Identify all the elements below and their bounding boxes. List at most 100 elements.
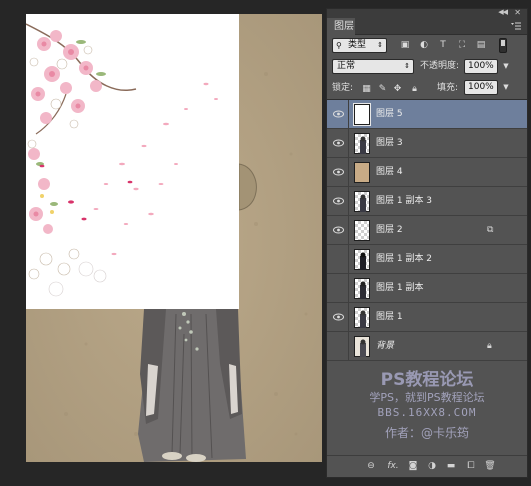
eye-icon: [333, 110, 344, 118]
fx-icon[interactable]: fx.: [387, 460, 399, 472]
chevron-down-icon[interactable]: ▼: [500, 82, 512, 93]
lock-row: 锁定: ▦ ✎ ✥ 🔒︎ 填充: 100% ▼: [327, 79, 527, 99]
watermark-author: 作者：@卡乐筠: [384, 426, 469, 440]
layer-thumbnail: [353, 103, 371, 126]
filter-toggle[interactable]: [499, 38, 507, 53]
panel-menu-icon[interactable]: [511, 22, 521, 30]
eye-icon: [333, 197, 344, 205]
smart-object-icon: ⧉: [487, 225, 494, 235]
layer-thumbnail: [354, 249, 370, 270]
layer-thumbnail: [354, 191, 370, 212]
panel-title-strip: ◀◀ ✕: [327, 8, 527, 18]
layer-filter-row: ⚲ 类型 ⇕ ▣ ◐ T ⛶ ▤: [327, 37, 527, 57]
layer-name: 图层 1 副本 2: [376, 254, 433, 264]
visibility-toggle[interactable]: [327, 129, 349, 157]
layer-row[interactable]: 图层 3: [327, 129, 527, 158]
layers-list: 图层 5 图层 3 图层 4 图层 1 副本 3 图层 2 ⧉ 图层 1 副本 …: [327, 99, 527, 361]
layer-name: 图层 2: [376, 225, 403, 235]
layer-row[interactable]: 图层 5: [327, 100, 527, 129]
layer-name: 图层 5: [376, 109, 403, 119]
lock-paint-icon[interactable]: ✎: [377, 84, 388, 95]
layer-row[interactable]: 图层 1 副本: [327, 274, 527, 303]
lock-move-icon[interactable]: ✥: [392, 84, 403, 95]
layer-thumbnail: [354, 220, 370, 241]
layer-name: 图层 1 副本 3: [376, 196, 433, 206]
lock-transparent-icon[interactable]: ▦: [361, 84, 372, 95]
layer-thumbnail: [354, 307, 370, 328]
filter-kind-select[interactable]: ⚲ 类型 ⇕: [332, 38, 387, 53]
panel-tab-bar: 图层: [327, 18, 527, 35]
eye-icon: [333, 313, 344, 321]
opacity-value: 100%: [468, 61, 494, 71]
visibility-toggle[interactable]: [327, 303, 349, 331]
layer-thumbnail: [354, 278, 370, 299]
opacity-label: 不透明度:: [420, 61, 460, 71]
fill-label: 填充:: [437, 83, 459, 93]
visibility-toggle[interactable]: [327, 274, 349, 302]
layer-row[interactable]: 图层 4: [327, 158, 527, 187]
adjustment-layer-icon[interactable]: ◑: [426, 460, 438, 472]
trash-icon[interactable]: 🗑︎: [484, 460, 496, 472]
visibility-toggle[interactable]: [327, 216, 349, 244]
eye-icon: [333, 139, 344, 147]
falling-petals: [93, 82, 218, 256]
white-blossom-layer: [26, 14, 239, 309]
layer-row[interactable]: 图层 1 副本 2: [327, 245, 527, 274]
visibility-toggle[interactable]: [327, 245, 349, 273]
close-icon[interactable]: ✕: [514, 8, 521, 17]
layer-row[interactable]: 背景 🔒︎: [327, 332, 527, 361]
blend-row: 正常 ⇕ 不透明度: 100% ▼: [327, 57, 527, 77]
search-icon: ⚲: [336, 41, 342, 50]
layer-thumbnail: [354, 133, 370, 154]
cherry-blossom-art: [26, 23, 218, 297]
lock-label: 锁定:: [332, 83, 354, 93]
blossom-cluster: [26, 23, 137, 280]
image-filter-icon[interactable]: ▣: [399, 40, 411, 51]
chevron-down-icon[interactable]: ▼: [500, 61, 512, 72]
lock-all-icon[interactable]: 🔒︎: [409, 84, 420, 95]
layer-row[interactable]: 图层 2 ⧉: [327, 216, 527, 245]
visibility-toggle[interactable]: [327, 187, 349, 215]
layer-name: 图层 1: [376, 312, 403, 322]
layer-name: 图层 1 副本: [376, 283, 424, 293]
new-layer-icon[interactable]: ⧠: [465, 460, 477, 472]
layer-thumbnail: [354, 336, 370, 357]
visibility-toggle[interactable]: [327, 332, 349, 360]
layer-row[interactable]: 图层 1 副本 3: [327, 187, 527, 216]
layers-bottom-bar: ⊖ fx. ◙ ◑ ▬ ⧠ 🗑︎: [327, 455, 527, 477]
watermark-title: PS教程论坛: [380, 370, 474, 390]
watermark-slogan: 学PS，就到PS教程论坛: [369, 391, 485, 404]
visibility-toggle[interactable]: [327, 158, 349, 186]
double-chevron-icon[interactable]: ◀◀: [498, 8, 508, 17]
tab-layers[interactable]: 图层: [327, 18, 355, 35]
blend-mode-value: 正常: [337, 61, 356, 71]
lock-icon: 🔒︎: [487, 341, 492, 351]
shape-filter-icon[interactable]: ⛶: [456, 40, 468, 51]
opacity-field[interactable]: 100%: [464, 59, 498, 74]
layer-thumbnail: [354, 162, 370, 183]
type-filter-icon[interactable]: T: [437, 40, 449, 51]
document-canvas[interactable]: [26, 14, 322, 462]
layer-row[interactable]: 图层 1: [327, 303, 527, 332]
chevron-down-icon: ⇕: [377, 41, 383, 49]
layer-name: 背景: [376, 341, 395, 351]
layer-name: 图层 4: [376, 167, 403, 177]
layers-panel: ◀◀ ✕ 图层 ⚲ 类型 ⇕ ▣ ◐ T ⛶ ▤ 正常 ⇕ 不透明度: 100%…: [326, 8, 528, 478]
visibility-toggle[interactable]: [327, 100, 349, 128]
smart-object-filter-icon[interactable]: ▤: [475, 40, 487, 51]
chevron-down-icon: ⇕: [404, 62, 410, 70]
blend-mode-select[interactable]: 正常 ⇕: [332, 59, 414, 74]
fill-value: 100%: [468, 82, 494, 92]
adjustment-filter-icon[interactable]: ◐: [418, 40, 430, 51]
add-mask-icon[interactable]: ◙: [407, 460, 419, 472]
layer-name: 图层 3: [376, 138, 403, 148]
photoshop-workspace: ◀◀ ✕ 图层 ⚲ 类型 ⇕ ▣ ◐ T ⛶ ▤ 正常 ⇕ 不透明度: 100%…: [0, 0, 531, 486]
watermark-url: BBS.16XX8.COM: [377, 406, 477, 419]
group-folder-icon[interactable]: ▬: [445, 460, 457, 472]
eye-icon: [333, 168, 344, 176]
eye-icon: [333, 226, 344, 234]
link-layers-icon[interactable]: ⊖: [365, 460, 377, 472]
filter-kind-label: 类型: [348, 40, 367, 50]
fill-field[interactable]: 100%: [464, 80, 498, 95]
watermark: PS教程论坛 学PS，就到PS教程论坛 BBS.16XX8.COM 作者：@卡乐…: [327, 361, 527, 453]
